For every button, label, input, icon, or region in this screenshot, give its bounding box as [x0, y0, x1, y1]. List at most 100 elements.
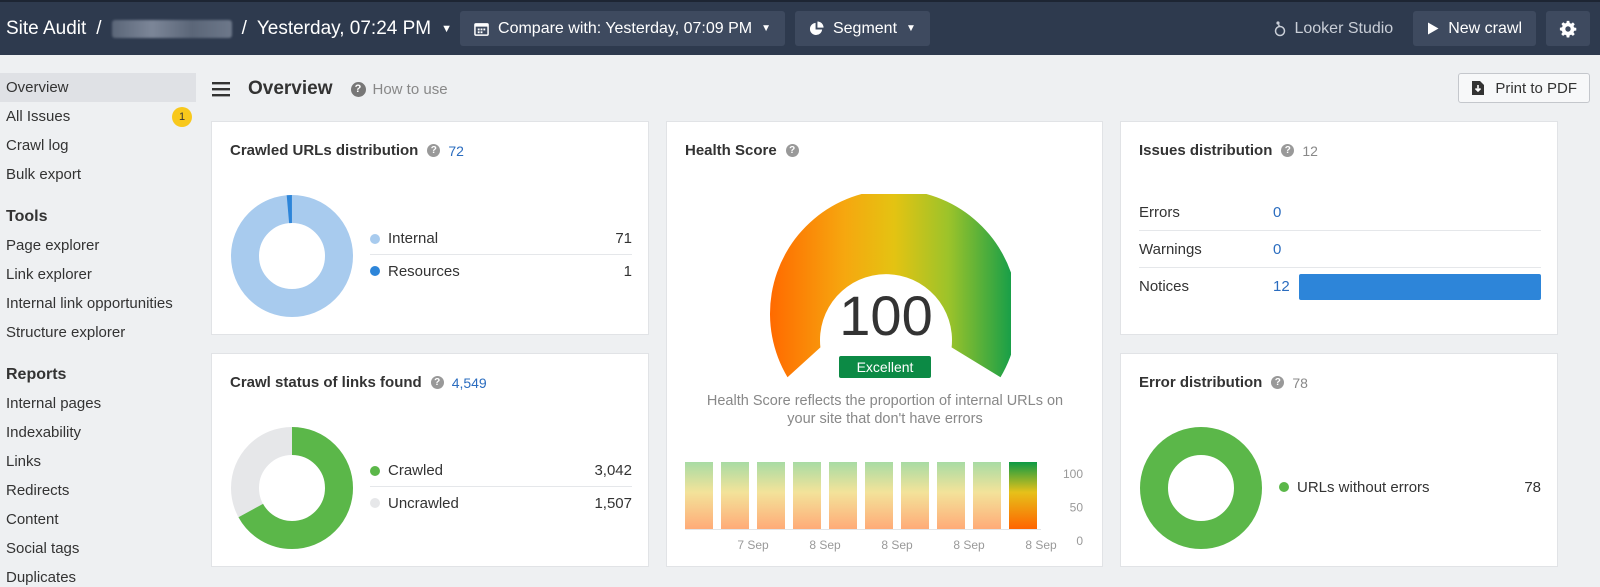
sidebar-item-duplicates[interactable]: Duplicates: [0, 563, 196, 587]
sidebar-item-label: Overview: [6, 79, 69, 96]
issue-value[interactable]: 12: [1273, 278, 1299, 295]
health-history-bar[interactable]: [1009, 462, 1037, 529]
segment-button[interactable]: Segment ▼: [794, 11, 930, 46]
sidebar-item-crawl-log[interactable]: Crawl log: [0, 131, 196, 160]
sidebar-item-indexability[interactable]: Indexability: [0, 418, 196, 447]
app-title[interactable]: Site Audit: [6, 18, 86, 40]
legend-value: 1: [623, 262, 632, 280]
how-to-use-label: How to use: [372, 80, 448, 98]
issues-row-errors[interactable]: Errors 0: [1139, 194, 1541, 231]
card-title: Error distribution ? 78: [1139, 374, 1308, 391]
crawl-date[interactable]: Yesterday, 07:24 PM: [257, 18, 431, 40]
sidebar-item-label: Link explorer: [6, 266, 92, 283]
issues-distribution-card: Issues distribution ? 12 Errors 0 Warning…: [1120, 121, 1558, 335]
health-history-bar[interactable]: [685, 462, 713, 529]
sidebar-item-all-issues[interactable]: All Issues 1: [0, 102, 196, 131]
error-count: 78: [1292, 374, 1308, 391]
question-icon[interactable]: ?: [1281, 144, 1295, 157]
print-to-pdf-button[interactable]: Print to PDF: [1458, 73, 1590, 103]
crawl-status-count[interactable]: 4,549: [452, 375, 487, 391]
looker-studio-link[interactable]: Looker Studio: [1274, 20, 1393, 38]
sidebar-item-label: Structure explorer: [6, 324, 126, 341]
new-crawl-button[interactable]: New crawl: [1413, 11, 1536, 46]
error-distribution-legend: URLs without errors 78: [1279, 471, 1541, 503]
x-tick-label: 8 Sep: [953, 538, 985, 552]
issues-row-notices[interactable]: Notices 12: [1139, 268, 1541, 305]
crawl-status-title: Crawl status of links found: [230, 374, 422, 391]
pie-chart-icon: [809, 21, 824, 36]
card-title: Crawl status of links found ? 4,549: [230, 374, 487, 391]
health-history-bar[interactable]: [793, 462, 821, 529]
health-history-bar[interactable]: [721, 462, 749, 529]
question-icon: ?: [350, 81, 366, 97]
crawled-urls-card: Crawled URLs distribution ? 72 Internal 7…: [211, 121, 649, 335]
legend-value: 71: [615, 230, 632, 247]
breadcrumb-separator: /: [241, 17, 247, 39]
legend-row-resources[interactable]: Resources 1: [370, 255, 632, 287]
issue-value[interactable]: 0: [1273, 204, 1299, 221]
legend-row-crawled[interactable]: Crawled 3,042: [370, 455, 632, 487]
sidebar-item-page-explorer[interactable]: Page explorer: [0, 231, 196, 260]
sidebar-item-internal-pages[interactable]: Internal pages: [0, 389, 196, 418]
segment-label: Segment: [832, 19, 898, 37]
question-icon[interactable]: ?: [785, 144, 799, 157]
crawl-status-card: Crawl status of links found ? 4,549 Craw…: [211, 353, 649, 567]
legend-value: 1,507: [594, 494, 632, 512]
reports-heading: Reports: [6, 366, 67, 383]
legend-row-uncrawled[interactable]: Uncrawled 1,507: [370, 487, 632, 519]
looker-icon: [1275, 21, 1286, 37]
crawled-urls-count[interactable]: 72: [448, 143, 464, 159]
legend-row-urls-without-errors[interactable]: URLs without errors 78: [1279, 471, 1541, 503]
sidebar-item-internal-link-opportunities[interactable]: Internal link opportunities: [0, 289, 196, 318]
issue-value[interactable]: 0: [1273, 241, 1299, 258]
error-distribution-card: Error distribution ? 78 URLs without err…: [1120, 353, 1558, 567]
top-bar: Site Audit / / Yesterday, 07:24 PM ▼ Com…: [0, 0, 1600, 55]
health-history-bar[interactable]: [937, 462, 965, 529]
project-name-redacted[interactable]: [111, 19, 232, 38]
y-tick-label: 100: [1063, 467, 1083, 481]
question-icon[interactable]: ?: [430, 376, 444, 389]
card-title: Crawled URLs distribution ? 72: [230, 142, 464, 159]
sidebar-item-label: Social tags: [6, 540, 80, 557]
how-to-use-link[interactable]: ? How to use: [350, 80, 448, 98]
legend-label: Resources: [388, 262, 460, 280]
y-tick-label: 50: [1070, 501, 1084, 515]
health-score-gauge: 100 Excellent: [770, 194, 1011, 378]
health-history-bar[interactable]: [829, 462, 857, 529]
sidebar-item-link-explorer[interactable]: Link explorer: [0, 260, 196, 289]
compare-with-button[interactable]: Compare with: Yesterday, 07:09 PM ▼: [460, 11, 785, 46]
donut-slice-urls-without-errors: [1140, 427, 1262, 549]
chevron-down-icon: ▼: [906, 23, 916, 34]
settings-button[interactable]: [1546, 11, 1590, 46]
health-score-value: 100: [839, 284, 932, 347]
breadcrumb-separator: /: [96, 17, 102, 39]
hamburger-menu-icon[interactable]: [212, 81, 230, 97]
question-icon[interactable]: ?: [427, 144, 441, 157]
sidebar-item-overview[interactable]: Overview: [0, 73, 196, 102]
crawled-urls-donut: [231, 194, 353, 317]
card-title: Health Score ?: [685, 142, 807, 159]
legend-dot: [370, 465, 380, 476]
sidebar-item-structure-explorer[interactable]: Structure explorer: [0, 318, 196, 347]
issue-bar[interactable]: [1299, 273, 1541, 300]
legend-row-internal[interactable]: Internal 71: [370, 223, 632, 255]
sidebar-item-bulk-export[interactable]: Bulk export: [0, 160, 196, 189]
sidebar-item-links[interactable]: Links: [0, 447, 196, 476]
question-icon[interactable]: ?: [1271, 376, 1285, 389]
health-score-description: Health Score reflects the proportion of …: [706, 393, 1064, 427]
card-title: Issues distribution ? 12: [1139, 142, 1318, 159]
main-header: Overview ? How to use Print to PDF: [212, 72, 1590, 106]
issue-label: Warnings: [1139, 240, 1202, 258]
legend-label: Crawled: [388, 462, 444, 479]
health-history-bar[interactable]: [757, 462, 785, 529]
issues-row-warnings[interactable]: Warnings 0: [1139, 231, 1541, 268]
health-history-bar[interactable]: [973, 462, 1001, 529]
chevron-down-icon[interactable]: ▼: [441, 23, 452, 35]
sidebar-item-content[interactable]: Content: [0, 505, 196, 534]
print-to-pdf-label: Print to PDF: [1495, 79, 1577, 97]
sidebar-item-social-tags[interactable]: Social tags: [0, 534, 196, 563]
health-history-bar[interactable]: [901, 462, 929, 529]
sidebar-item-redirects[interactable]: Redirects: [0, 476, 196, 505]
new-crawl-label: New crawl: [1448, 19, 1522, 37]
health-history-bar[interactable]: [865, 462, 893, 529]
